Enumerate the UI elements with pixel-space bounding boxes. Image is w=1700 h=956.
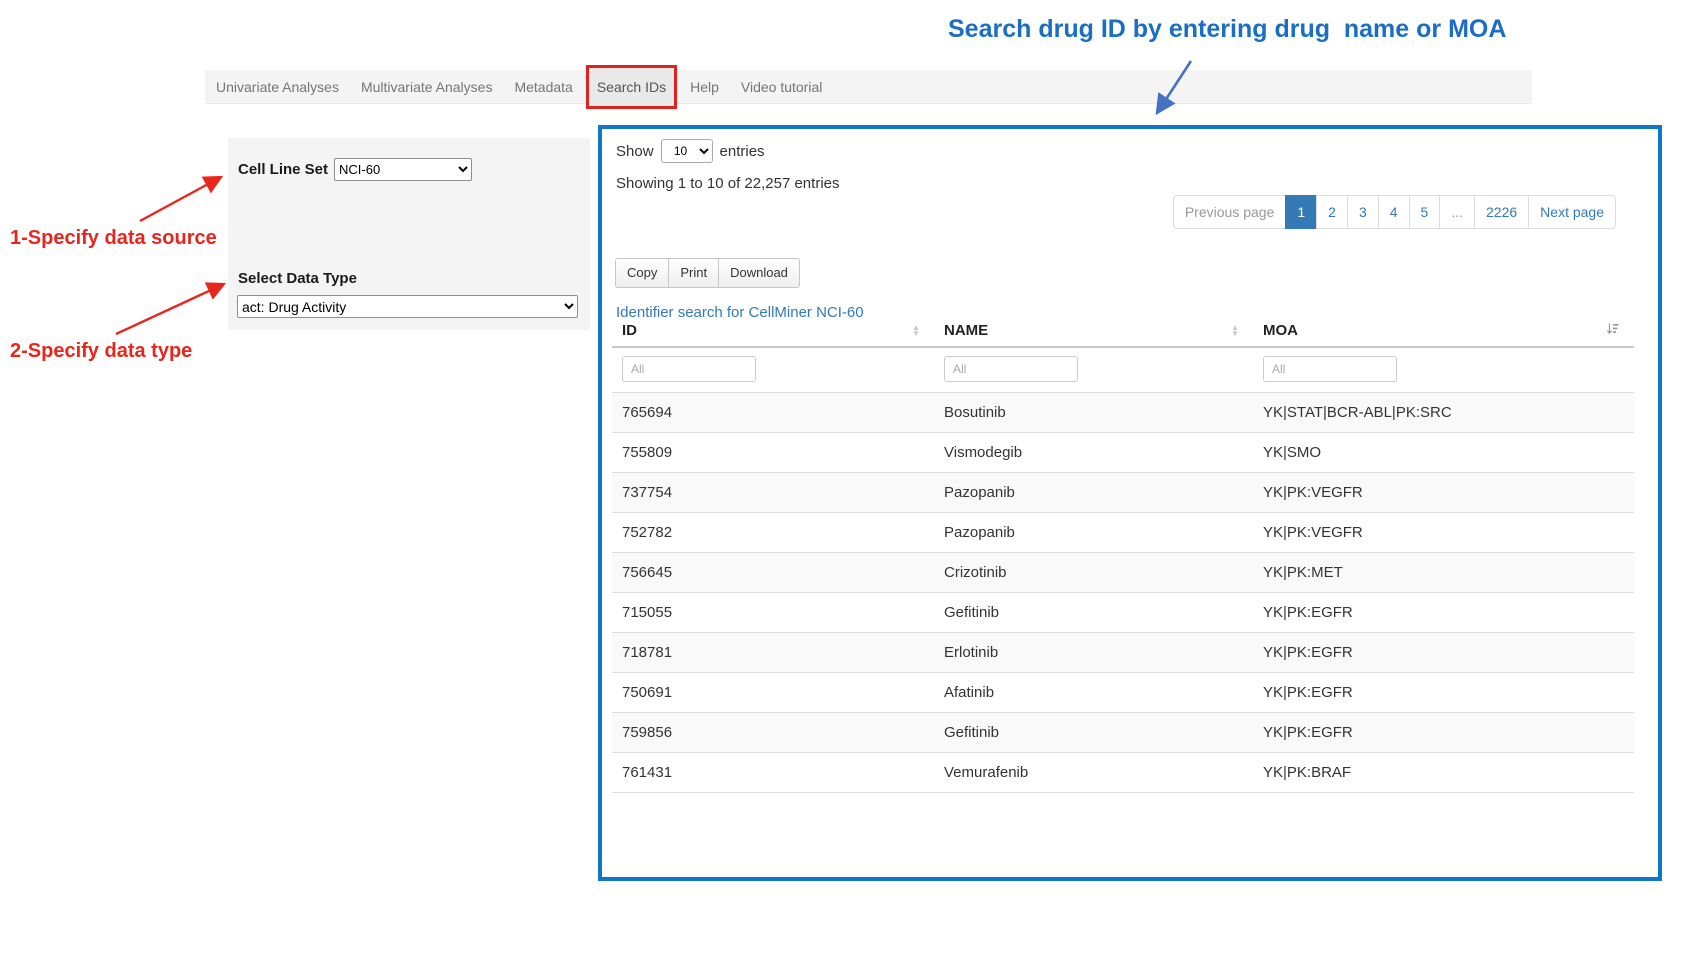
column-header-id-label: ID (622, 322, 637, 339)
cell-moa: YK|PK:VEGFR (1253, 513, 1634, 553)
cell-id: 765694 (612, 393, 934, 433)
moa-filter-input[interactable] (1263, 356, 1397, 382)
table-header-row: ID ▲▼ NAME ▲▼ MOA (612, 315, 1634, 347)
page-length-select[interactable]: 10 (661, 139, 713, 163)
next-page-button[interactable]: Next page (1528, 195, 1616, 229)
data-source-panel: Cell Line Set NCI-60 Select Data Type ac… (228, 138, 590, 330)
cell-id: 759856 (612, 713, 934, 753)
column-header-moa-label: MOA (1263, 322, 1298, 339)
nav-item-search-ids[interactable]: Search IDs (586, 65, 677, 109)
sort-amount-icon (1606, 322, 1620, 340)
page-button-1[interactable]: 1 (1285, 195, 1317, 229)
annotation-step1: 1-Specify data source (10, 227, 217, 250)
table-filter-row (612, 347, 1634, 393)
export-button-group: Copy Print Download (616, 258, 800, 288)
cell-name: Vemurafenib (934, 753, 1253, 793)
table-row: 759856 Gefitinib YK|PK:EGFR (612, 713, 1634, 753)
column-header-name[interactable]: NAME ▲▼ (934, 315, 1253, 347)
copy-button[interactable]: Copy (615, 258, 669, 288)
page-button-2226[interactable]: 2226 (1474, 195, 1529, 229)
page-button-2[interactable]: 2 (1316, 195, 1348, 229)
nav-item-metadata[interactable]: Metadata (503, 70, 583, 104)
annotation-search-tip: Search drug ID by entering drug name or … (948, 15, 1506, 44)
page-button-3[interactable]: 3 (1347, 195, 1379, 229)
cell-id: 718781 (612, 633, 934, 673)
cell-moa: YK|PK:VEGFR (1253, 473, 1634, 513)
page-button-4[interactable]: 4 (1378, 195, 1410, 229)
cell-name: Vismodegib (934, 433, 1253, 473)
table-row: 765694 Bosutinib YK|STAT|BCR-ABL|PK:SRC (612, 393, 1634, 433)
column-header-id[interactable]: ID ▲▼ (612, 315, 934, 347)
table-row: 750691 Afatinib YK|PK:EGFR (612, 673, 1634, 713)
cell-moa: YK|PK:BRAF (1253, 753, 1634, 793)
cell-id: 750691 (612, 673, 934, 713)
nav-item-univariate-analyses[interactable]: Univariate Analyses (205, 70, 350, 104)
data-type-select[interactable]: act: Drug Activity (237, 295, 578, 318)
search-ids-panel: Show 10 entries Showing 1 to 10 of 22,25… (598, 125, 1662, 881)
download-button[interactable]: Download (718, 258, 800, 288)
cell-line-set-select[interactable]: NCI-60 (334, 158, 472, 181)
results-table: ID ▲▼ NAME ▲▼ MOA (612, 315, 1634, 793)
cell-name: Bosutinib (934, 393, 1253, 433)
cell-name: Pazopanib (934, 473, 1253, 513)
cell-id: 737754 (612, 473, 934, 513)
page-button-5[interactable]: 5 (1409, 195, 1441, 229)
show-label: Show (616, 143, 654, 160)
column-header-name-label: NAME (944, 322, 988, 339)
pagination: Previous page 1 2 3 4 5 ... 2226 Next pa… (1174, 195, 1616, 229)
cell-name: Pazopanib (934, 513, 1253, 553)
print-button[interactable]: Print (668, 258, 719, 288)
cell-moa: YK|PK:EGFR (1253, 713, 1634, 753)
cell-name: Gefitinib (934, 593, 1253, 633)
table-row: 756645 Crizotinib YK|PK:MET (612, 553, 1634, 593)
name-filter-input[interactable] (944, 356, 1078, 382)
sort-icon: ▲▼ (1231, 325, 1239, 337)
cell-moa: YK|PK:MET (1253, 553, 1634, 593)
showing-entries-status: Showing 1 to 10 of 22,257 entries (616, 175, 840, 192)
cell-name: Gefitinib (934, 713, 1253, 753)
annotation-step2: 2-Specify data type (10, 340, 192, 363)
red-arrow-step1 (140, 177, 221, 221)
nav-item-multivariate-analyses[interactable]: Multivariate Analyses (350, 70, 504, 104)
table-row: 715055 Gefitinib YK|PK:EGFR (612, 593, 1634, 633)
cell-moa: YK|PK:EGFR (1253, 633, 1634, 673)
cell-line-set-label: Cell Line Set (238, 161, 328, 178)
cell-moa: YK|STAT|BCR-ABL|PK:SRC (1253, 393, 1634, 433)
nav-item-video-tutorial[interactable]: Video tutorial (730, 70, 833, 104)
cell-moa: YK|PK:EGFR (1253, 593, 1634, 633)
previous-page-button[interactable]: Previous page (1173, 195, 1287, 229)
cell-id: 761431 (612, 753, 934, 793)
id-filter-input[interactable] (622, 356, 756, 382)
cell-id: 755809 (612, 433, 934, 473)
table-row: 761431 Vemurafenib YK|PK:BRAF (612, 753, 1634, 793)
table-row: 718781 Erlotinib YK|PK:EGFR (612, 633, 1634, 673)
sort-icon: ▲▼ (912, 325, 920, 337)
cell-name: Erlotinib (934, 633, 1253, 673)
entries-label: entries (720, 143, 765, 160)
table-row: 737754 Pazopanib YK|PK:VEGFR (612, 473, 1634, 513)
cell-moa: YK|SMO (1253, 433, 1634, 473)
page-ellipsis: ... (1439, 195, 1475, 229)
top-navbar: Univariate Analyses Multivariate Analyse… (205, 70, 1532, 104)
cell-id: 752782 (612, 513, 934, 553)
cell-moa: YK|PK:EGFR (1253, 673, 1634, 713)
page-length-control: Show 10 entries (616, 139, 765, 163)
table-row: 752782 Pazopanib YK|PK:VEGFR (612, 513, 1634, 553)
cell-id: 756645 (612, 553, 934, 593)
cell-name: Crizotinib (934, 553, 1253, 593)
nav-item-help[interactable]: Help (679, 70, 730, 104)
red-arrow-step2 (116, 284, 224, 334)
table-row: 755809 Vismodegib YK|SMO (612, 433, 1634, 473)
cell-id: 715055 (612, 593, 934, 633)
cell-name: Afatinib (934, 673, 1253, 713)
data-type-label: Select Data Type (238, 270, 357, 287)
column-header-moa[interactable]: MOA (1253, 315, 1634, 347)
